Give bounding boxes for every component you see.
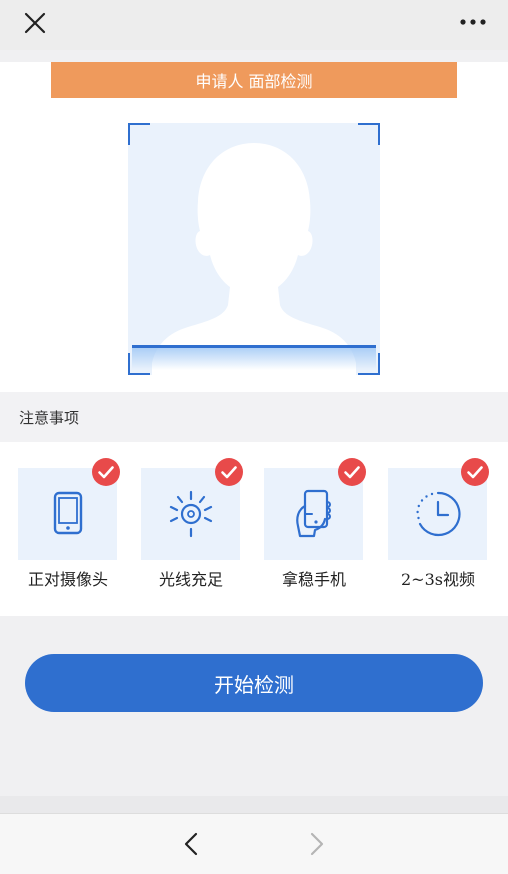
tip-label-lighting: 光线充足 <box>158 570 223 589</box>
check-badge-icon <box>461 458 489 486</box>
close-icon <box>24 12 46 34</box>
check-badge-icon <box>338 458 366 486</box>
sun-icon <box>169 490 213 538</box>
chevron-left-icon <box>184 832 198 856</box>
check-badge-icon <box>92 458 120 486</box>
clock-icon <box>416 491 461 537</box>
tip-label-hold-steady: 拿稳手机 <box>281 570 346 589</box>
bottom-divider <box>0 796 508 814</box>
forward-button <box>302 830 330 858</box>
back-button[interactable] <box>178 830 206 858</box>
notice-title: 注意事项 <box>19 409 80 427</box>
frame-corner-bottom-left <box>128 353 150 375</box>
frame-corner-bottom-right <box>358 353 380 375</box>
chevron-right-icon <box>310 832 324 856</box>
face-capture-frame <box>128 123 380 375</box>
bottom-nav-bar <box>0 813 508 874</box>
tip-label-video-length: 2~3s视频 <box>401 570 475 589</box>
start-detection-button[interactable]: 开始检测 <box>25 654 483 712</box>
hand-phone-icon <box>296 489 331 538</box>
scan-line <box>132 345 376 348</box>
tablet-icon <box>53 491 83 535</box>
frame-corner-top-left <box>128 123 150 145</box>
frame-corner-top-right <box>358 123 380 145</box>
person-silhouette-icon <box>152 143 356 375</box>
face-capture-area <box>128 123 380 375</box>
close-button[interactable] <box>22 10 48 36</box>
more-button[interactable] <box>458 12 488 32</box>
tip-label-face-camera: 正对摄像头 <box>27 570 108 589</box>
top-bar <box>0 0 508 50</box>
more-dots-icon <box>460 19 486 25</box>
detection-banner: 申请人 面部检测 <box>51 62 457 98</box>
scan-glow <box>132 348 376 370</box>
check-badge-icon <box>215 458 243 486</box>
